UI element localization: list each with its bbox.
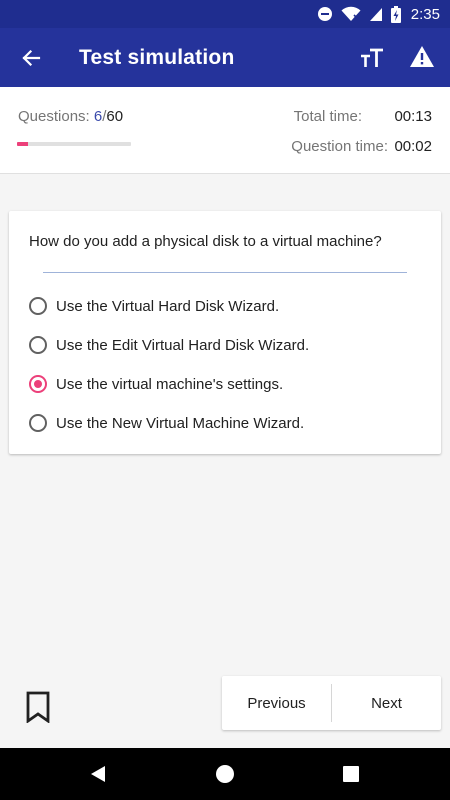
bookmark-button[interactable]	[26, 691, 50, 724]
answer-label: Use the Edit Virtual Hard Disk Wizard.	[56, 336, 310, 354]
answer-option[interactable]: Use the Edit Virtual Hard Disk Wizard.	[29, 330, 429, 360]
text-size-button[interactable]	[358, 44, 386, 72]
home-circle-icon	[216, 765, 234, 783]
warning-icon	[410, 45, 434, 67]
text-size-icon	[361, 48, 383, 67]
total-time-row: Total time: 00:13	[294, 108, 432, 125]
question-time-row: Question time: 00:02	[291, 138, 432, 155]
answer-label: Use the New Virtual Machine Wizard.	[56, 414, 305, 432]
app-bar: Test simulation	[0, 28, 450, 87]
question-card: How do you add a physical disk to a virt…	[9, 211, 441, 454]
progress-header: Questions: 6/60 Total time: 00:13 Questi…	[0, 87, 450, 174]
total-time-value: 00:13	[394, 108, 432, 125]
progress-bar-fill	[17, 142, 29, 146]
radio-button[interactable]	[29, 297, 47, 315]
report-button[interactable]	[408, 42, 436, 70]
question-counter: Questions: 6/60	[18, 108, 123, 125]
status-bar: 2:35	[0, 0, 450, 28]
total-time-label: Total time:	[293, 108, 362, 125]
answer-option[interactable]: Use the New Virtual Machine Wizard.	[29, 408, 429, 438]
progress-bar	[17, 142, 131, 146]
wifi-icon	[341, 6, 361, 21]
answer-option[interactable]: Use the Virtual Hard Disk Wizard.	[29, 291, 429, 321]
system-home-button[interactable]	[200, 748, 250, 800]
system-back-button[interactable]	[73, 748, 123, 800]
back-button[interactable]	[14, 41, 48, 75]
answer-label: Use the virtual machine's settings.	[56, 375, 284, 393]
previous-button[interactable]: Previous	[222, 676, 331, 730]
back-triangle-icon	[91, 766, 105, 782]
total-questions: 60	[106, 108, 124, 125]
status-icons: 2:35	[317, 0, 440, 28]
question-time-value: 00:02	[394, 138, 432, 155]
question-navigation: Previous Next	[222, 676, 441, 730]
question-time-label: Question time:	[291, 138, 388, 155]
answer-option[interactable]: Use the virtual machine's settings.	[29, 369, 429, 399]
system-navigation-bar	[0, 748, 450, 800]
signal-icon	[369, 8, 382, 21]
status-time: 2:35	[410, 5, 440, 23]
next-button[interactable]: Next	[332, 676, 441, 730]
current-question-number: 6	[93, 108, 103, 125]
back-arrow-icon	[22, 49, 41, 67]
answer-label: Use the Virtual Hard Disk Wizard.	[56, 297, 280, 315]
question-text: How do you add a physical disk to a virt…	[29, 233, 382, 250]
radio-button[interactable]	[29, 336, 47, 354]
radio-button[interactable]	[29, 414, 47, 432]
page-title: Test simulation	[79, 46, 235, 69]
battery-charging-icon	[390, 5, 401, 23]
bookmark-icon	[26, 691, 50, 724]
question-divider	[43, 272, 407, 273]
radio-button[interactable]	[29, 375, 47, 393]
system-recents-button[interactable]	[326, 748, 376, 800]
recents-square-icon	[343, 766, 359, 782]
questions-label: Questions:	[18, 108, 90, 125]
do-not-disturb-icon	[317, 7, 332, 21]
